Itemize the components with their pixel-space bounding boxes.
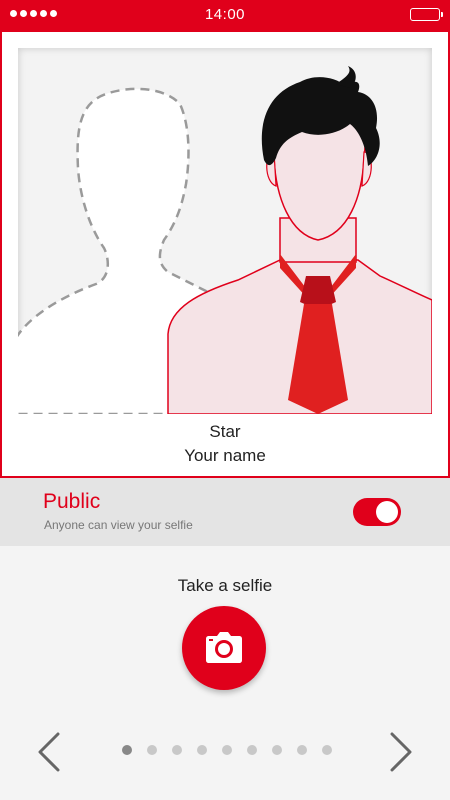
privacy-row: Public Anyone can view your selfie xyxy=(0,478,450,546)
page-dot[interactable] xyxy=(272,745,282,755)
chevron-left-icon[interactable] xyxy=(36,732,62,772)
photo-frame[interactable] xyxy=(18,48,432,414)
silhouette-illustration xyxy=(18,66,432,414)
status-time: 14:00 xyxy=(204,6,246,23)
camera-button[interactable] xyxy=(182,606,266,690)
page-indicator xyxy=(122,745,332,755)
page-dot[interactable] xyxy=(222,745,232,755)
page-dot[interactable] xyxy=(147,745,157,755)
public-toggle[interactable] xyxy=(353,498,401,526)
camera-icon xyxy=(206,632,242,663)
caption-name[interactable]: Your name xyxy=(2,446,448,466)
page-dot[interactable] xyxy=(322,745,332,755)
page-dot[interactable] xyxy=(172,745,182,755)
privacy-title: Public xyxy=(43,490,101,513)
page-dot[interactable] xyxy=(197,745,207,755)
battery-icon xyxy=(410,8,443,21)
page-dot[interactable] xyxy=(247,745,257,755)
page-dot[interactable] xyxy=(122,745,132,755)
toggle-knob xyxy=(376,501,398,523)
take-selfie-label: Take a selfie xyxy=(177,576,273,595)
page-dot[interactable] xyxy=(297,745,307,755)
caption-star: Star xyxy=(209,422,241,441)
privacy-subtitle: Anyone can view your selfie xyxy=(44,518,193,532)
photo-card: Star Your name xyxy=(0,30,450,478)
chevron-right-icon[interactable] xyxy=(388,732,414,772)
status-bar: 14:00 xyxy=(0,0,450,30)
